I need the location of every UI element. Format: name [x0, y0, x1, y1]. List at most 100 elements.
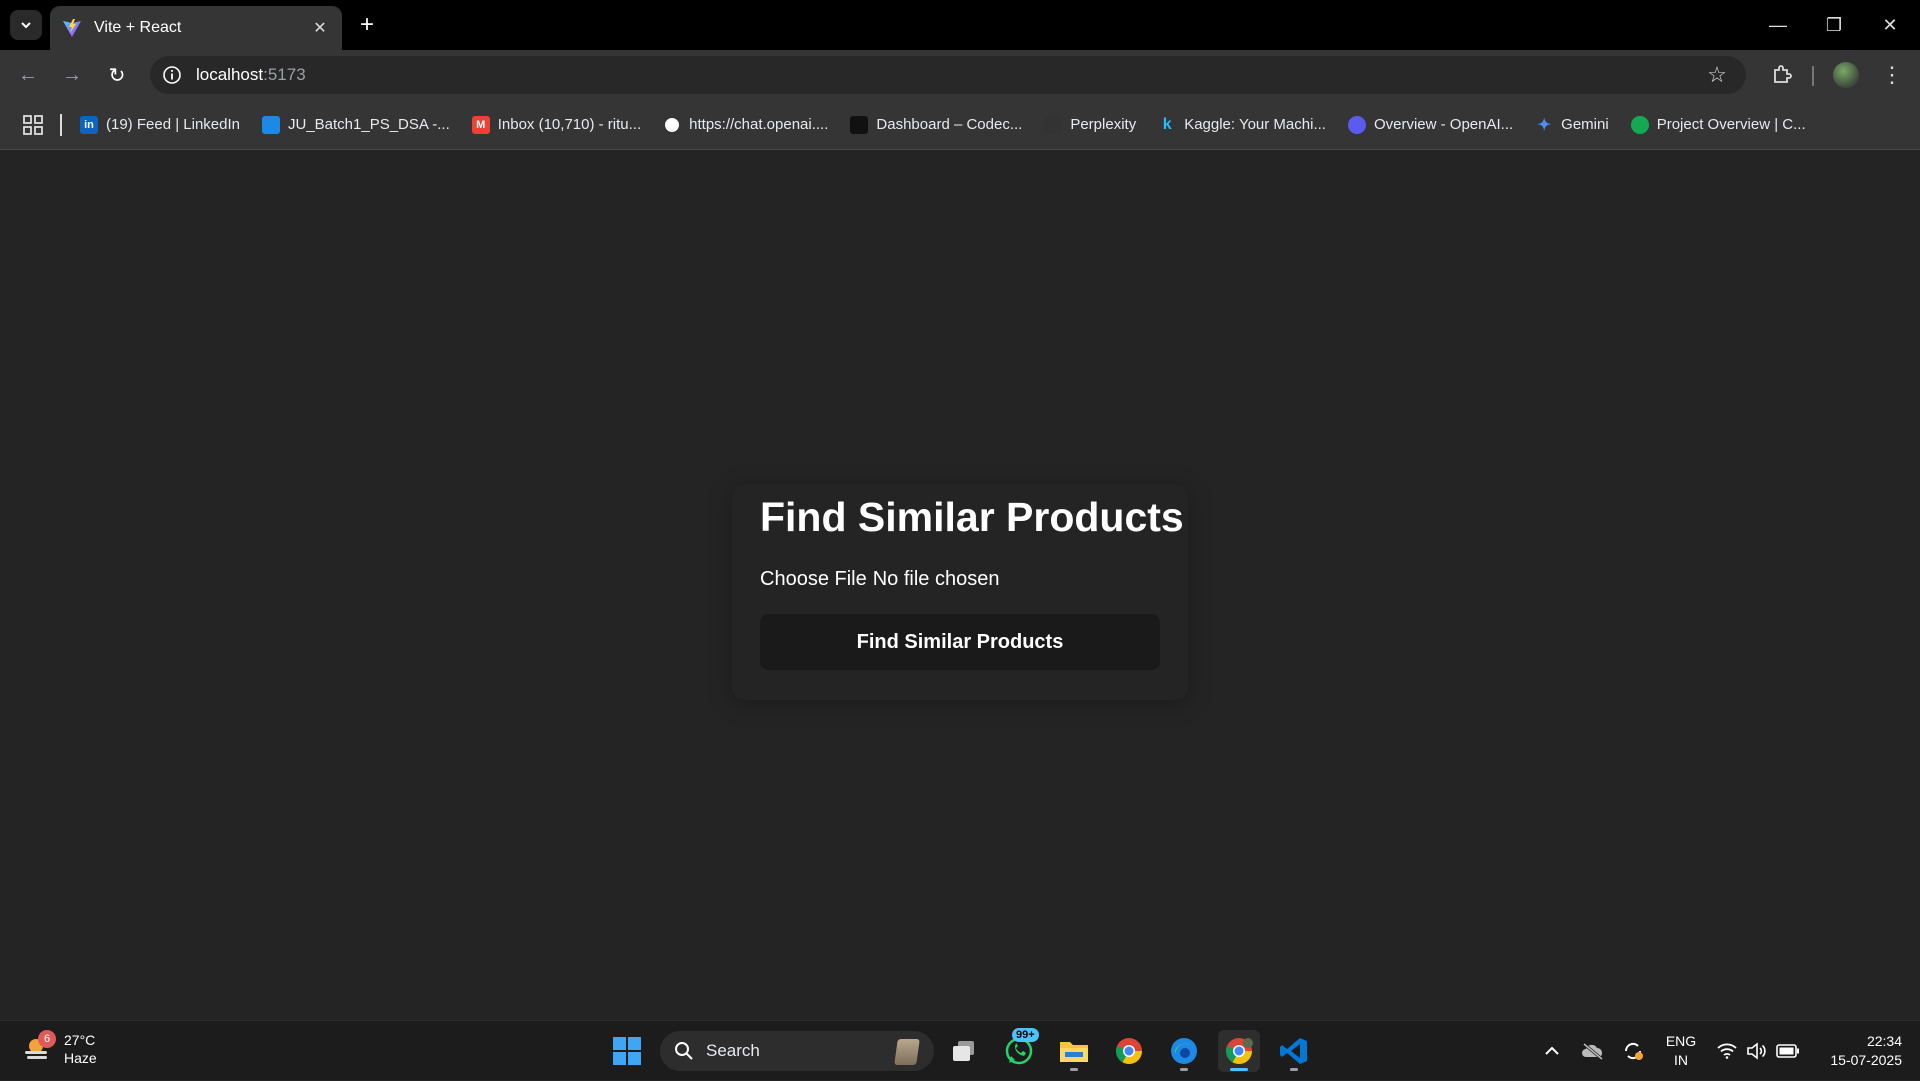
- kaggle-icon: k: [1162, 115, 1172, 133]
- bookmark-label: Perplexity: [1070, 116, 1137, 133]
- bookmark-label: (19) Feed | LinkedIn: [106, 116, 240, 133]
- wifi-icon[interactable]: [1714, 1021, 1740, 1081]
- file-input[interactable]: Choose File No file chosen: [760, 568, 999, 591]
- vite-icon: [63, 19, 81, 37]
- bookmark-item[interactable]: Project Overview | C...: [1630, 115, 1806, 134]
- bookmark-label: Project Overview | C...: [1656, 116, 1806, 133]
- apps-grid-icon[interactable]: [22, 114, 44, 136]
- bookmark-item[interactable]: M Inbox (10,710) - ritu...: [471, 115, 642, 134]
- new-tab-button[interactable]: +: [352, 10, 382, 40]
- weather-condition: Haze: [64, 1050, 97, 1066]
- toolbar-divider: [1812, 66, 1814, 86]
- gmail-icon: M: [471, 115, 490, 134]
- running-indicator: [1290, 1068, 1298, 1071]
- search-icon: [675, 1042, 693, 1060]
- codec-icon: [850, 115, 869, 134]
- browser-toolbar: ← → ↻ localhost:5173 ☆ ⋮: [0, 50, 1920, 100]
- clock-date: 15-07-2025: [1830, 1052, 1902, 1068]
- file-explorer-icon[interactable]: [1053, 1030, 1095, 1072]
- bookmark-item[interactable]: Dashboard – Codec...: [850, 115, 1023, 134]
- running-indicator: [1180, 1068, 1188, 1071]
- perplexity-icon: [1044, 115, 1063, 134]
- bookmark-label: Kaggle: Your Machi...: [1184, 116, 1326, 133]
- language-indicator[interactable]: ENG IN: [1660, 1021, 1702, 1081]
- search-label: Search: [706, 1041, 760, 1060]
- reload-icon[interactable]: ↻: [101, 59, 133, 91]
- show-hidden-icons-icon[interactable]: [1540, 1021, 1564, 1081]
- onedrive-icon: [261, 115, 280, 134]
- bookmark-item[interactable]: ✦ Gemini: [1535, 116, 1609, 134]
- whatsapp-icon[interactable]: 99+: [998, 1028, 1040, 1072]
- weather-temp: 27°C: [64, 1032, 96, 1048]
- windows-start-icon[interactable]: [606, 1030, 648, 1072]
- system-clock[interactable]: 22:34 15-07-2025: [1812, 1021, 1902, 1081]
- whatsapp-badge: 99+: [1012, 1028, 1039, 1042]
- choose-file-button[interactable]: Choose File: [760, 568, 867, 590]
- browser-tab[interactable]: Vite + React ✕: [50, 6, 342, 50]
- tab-search-button[interactable]: [10, 10, 42, 40]
- taskbar-search-input[interactable]: Search: [660, 1031, 934, 1071]
- bookmark-item[interactable]: https://chat.openai....: [663, 115, 829, 134]
- close-window-icon[interactable]: ✕: [1862, 0, 1918, 50]
- windows-taskbar: 6 27°C Haze Search 99+ ENG IN 22:34 15-0…: [0, 1020, 1920, 1080]
- mongodb-icon: [1630, 115, 1649, 134]
- bookmark-star-icon[interactable]: ☆: [1706, 64, 1728, 86]
- task-view-icon[interactable]: [943, 1030, 985, 1072]
- bookmark-label: Inbox (10,710) - ritu...: [497, 116, 642, 133]
- site-info-icon[interactable]: [162, 65, 182, 85]
- address-bar[interactable]: localhost:5173 ☆: [150, 56, 1746, 94]
- search-card: Find Similar Products Choose File No file…: [732, 484, 1188, 700]
- chrome-icon[interactable]: [1108, 1030, 1150, 1072]
- back-icon[interactable]: ←: [12, 59, 44, 91]
- profile-avatar-image: [1833, 62, 1859, 88]
- page-title: Find Similar Products: [760, 494, 1184, 540]
- bookmark-item[interactable]: k Kaggle: Your Machi...: [1158, 116, 1326, 134]
- bookmark-label: https://chat.openai....: [689, 116, 829, 133]
- url-host: localhost: [196, 65, 264, 84]
- bookmarks-bar: in (19) Feed | LinkedIn JU_Batch1_PS_DSA -…: [0, 100, 1920, 150]
- forward-icon[interactable]: →: [56, 59, 88, 91]
- tab-title: Vite + React: [94, 19, 182, 36]
- bookmark-label: Overview - OpenAI...: [1373, 116, 1514, 133]
- find-similar-button[interactable]: Find Similar Products: [760, 614, 1160, 670]
- bookmark-label: Dashboard – Codec...: [876, 116, 1023, 133]
- openai-overview-icon: [1347, 115, 1366, 134]
- chrome-profile-icon[interactable]: [1218, 1030, 1260, 1072]
- volume-icon[interactable]: [1744, 1021, 1770, 1081]
- url-text: localhost:5173: [196, 65, 306, 85]
- bookmark-list: in (19) Feed | LinkedIn JU_Batch1_PS_DSA -…: [80, 115, 1828, 134]
- weather-text: 27°C Haze: [64, 1031, 97, 1067]
- close-tab-icon[interactable]: ✕: [310, 18, 330, 38]
- battery-icon[interactable]: [1774, 1021, 1802, 1081]
- lang-line-1: ENG: [1665, 1033, 1697, 1049]
- onedrive-offline-icon[interactable]: [1580, 1021, 1606, 1081]
- gemini-icon: ✦: [1537, 116, 1551, 134]
- menu-kebab-icon[interactable]: ⋮: [1876, 59, 1908, 91]
- lang-line-2: IN: [1674, 1052, 1688, 1068]
- bookmark-label: JU_Batch1_PS_DSA -...: [287, 116, 450, 133]
- openai-icon: [663, 115, 682, 134]
- weather-widget[interactable]: 6 27°C Haze: [22, 1030, 97, 1067]
- extensions-icon[interactable]: [1766, 59, 1798, 91]
- active-indicator: [1230, 1068, 1248, 1071]
- vscode-icon[interactable]: [1273, 1030, 1315, 1072]
- weather-badge: 6: [38, 1030, 56, 1048]
- bookmarks-divider: [60, 113, 62, 136]
- edge-icon[interactable]: [1163, 1030, 1205, 1072]
- bookmark-label: Gemini: [1561, 116, 1609, 133]
- tab-strip: Vite + React ✕ + — ❐ ✕: [0, 0, 1920, 50]
- page-viewport: Find Similar Products Choose File No file…: [0, 151, 1920, 1020]
- minimize-icon[interactable]: —: [1750, 0, 1806, 50]
- clock-time: 22:34: [1866, 1033, 1902, 1049]
- restore-icon[interactable]: ❐: [1806, 0, 1862, 50]
- avatar[interactable]: [1830, 59, 1862, 91]
- running-indicator: [1070, 1068, 1078, 1071]
- search-highlight-icon: [894, 1039, 920, 1065]
- sync-icon[interactable]: [1620, 1021, 1646, 1081]
- bookmark-item[interactable]: in (19) Feed | LinkedIn: [80, 115, 240, 134]
- bookmark-item[interactable]: JU_Batch1_PS_DSA -...: [261, 115, 450, 134]
- chevron-down-icon: [21, 22, 31, 29]
- bookmark-item[interactable]: Perplexity: [1044, 115, 1137, 134]
- bookmark-item[interactable]: Overview - OpenAI...: [1347, 115, 1514, 134]
- haze-weather-icon: 6: [22, 1030, 56, 1064]
